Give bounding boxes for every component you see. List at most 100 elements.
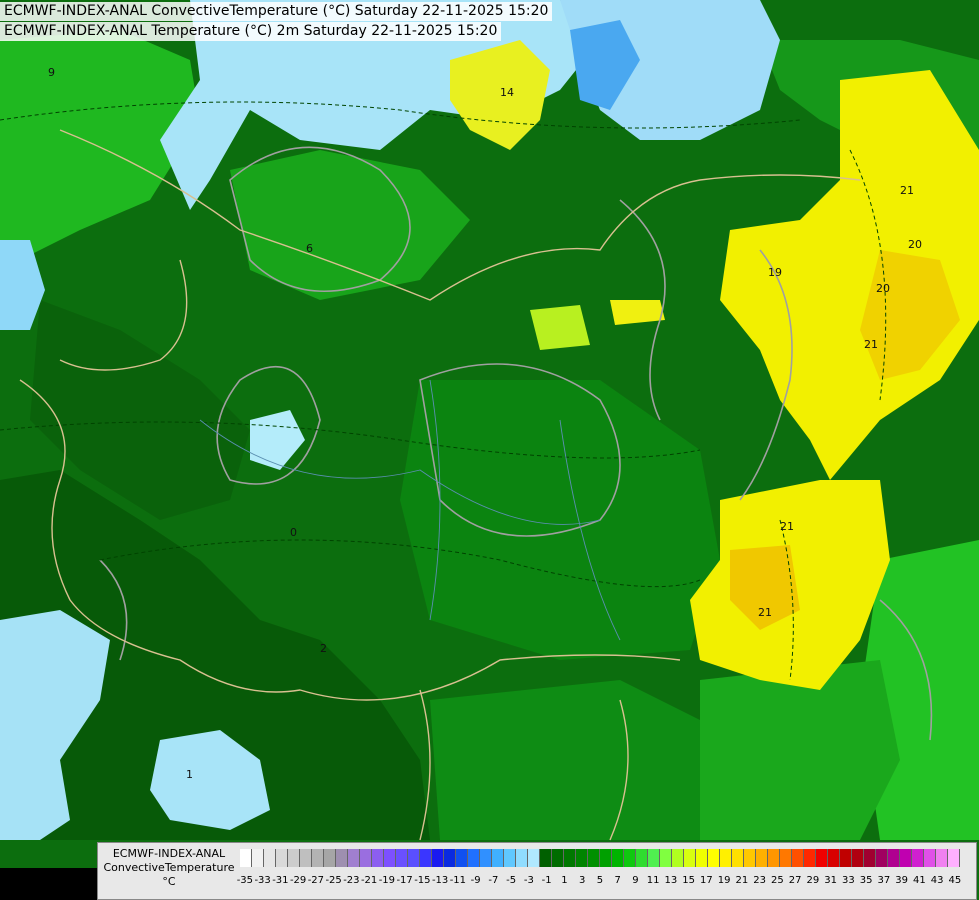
legend-swatch [936,849,948,867]
legend-tick: 31 [824,875,837,886]
legend-swatch [312,849,324,867]
legend-tick: 7 [614,875,621,886]
legend-title-line: ConvectiveTemperature [103,861,235,874]
legend-tick: -11 [449,875,467,886]
legend-tick: -19 [378,875,396,886]
legend-tick: -1 [541,875,552,886]
legend-tick: 23 [753,875,766,886]
legend-swatch [540,849,552,867]
legend-tick: 27 [788,875,802,886]
legend-tick: -5 [506,875,517,886]
legend-swatch [876,849,888,867]
legend-tick: 9 [632,875,639,886]
legend-swatch [576,849,588,867]
contour-label: 6 [306,242,313,255]
legend-color-bar [240,849,960,867]
legend-swatch [636,849,648,867]
legend-tick: -17 [396,875,413,886]
legend-swatch [732,849,744,867]
legend-swatch [600,849,612,867]
legend-tick: 45 [948,875,962,886]
contour-label: 20 [908,238,922,251]
legend-tick: -25 [325,875,342,886]
legend-swatch [348,849,360,867]
legend-title-unit: °C [162,875,176,888]
legend-swatch [396,849,408,867]
legend-swatch [768,849,780,867]
contour-label: 0 [290,526,297,539]
contour-label: 21 [864,338,878,351]
contour-label: 1 [186,768,193,781]
legend-swatch [888,849,900,867]
legend-tick: 13 [664,875,678,886]
legend-swatch [552,849,564,867]
legend-title-line: ECMWF-INDEX-ANAL [112,847,226,860]
legend-swatch [324,849,336,867]
legend-swatch [588,849,600,867]
no-data-corner [0,868,97,900]
legend-swatch [756,849,768,867]
title-convective-temperature: ECMWF-INDEX-ANAL ConvectiveTemperature (… [0,2,553,21]
legend-tick: 39 [895,875,908,886]
region-lime-small [530,305,590,350]
legend-tick-labels: -35 -33 -31 -29 -27 -25 -23 -21 -19 -17 -15 -13 -11-… [236,875,964,886]
legend-tick: 19 [717,875,731,886]
legend-swatch [240,849,252,867]
contour-label: 21 [758,606,772,619]
legend-swatch [828,849,840,867]
legend-tick: -9 [470,875,481,886]
region-green-se [700,660,900,840]
legend-tick: 35 [859,875,873,886]
legend-tick: -23 [343,875,360,886]
contour-label: 14 [500,86,514,99]
legend-swatch [420,849,432,867]
legend-swatch [528,849,540,867]
legend-swatch [564,849,576,867]
legend-swatch [480,849,492,867]
weather-map[interactable]: 14 21 20 20 21 21 21 19 6 0 2 1 9 [0,0,979,900]
legend-swatch [672,849,684,867]
legend-swatch [852,849,864,867]
legend-swatch [456,849,468,867]
contour-label: 21 [900,184,914,197]
legend-tick: 33 [842,875,855,886]
legend-swatch [360,849,372,867]
legend-swatch [288,849,300,867]
legend-swatch [792,849,804,867]
legend-tick: 37 [877,875,891,886]
legend-tick: -27 [307,875,325,886]
legend-tick: 3 [578,875,586,886]
legend-tick: 43 [930,875,944,886]
legend-swatch [912,849,924,867]
legend-swatch [648,849,660,867]
legend-swatch [660,849,672,867]
legend-tick: -35 [236,875,254,886]
legend-title: ECMWF-INDEX-ANAL ConvectiveTemperature °… [100,847,238,889]
title-temperature-2m: ECMWF-INDEX-ANAL Temperature (°C) 2m Sat… [0,22,502,41]
legend-swatch [432,849,444,867]
legend-tick: 11 [646,875,660,886]
legend-swatch [252,849,264,867]
legend-swatch [684,849,696,867]
legend-swatch [864,849,876,867]
color-legend: ECMWF-INDEX-ANAL ConvectiveTemperature °… [97,842,977,900]
legend-tick: 1 [561,875,568,886]
legend-tick: 25 [771,875,784,886]
legend-tick: -33 [254,875,271,886]
legend-tick: -7 [488,875,499,886]
legend-swatch [780,849,792,867]
legend-swatch [708,849,720,867]
legend-tick: -13 [431,875,449,886]
legend-swatch [264,849,276,867]
legend-swatch [372,849,384,867]
legend-swatch [492,849,504,867]
legend-swatch [720,849,732,867]
legend-swatch [924,849,936,867]
legend-tick: 41 [913,875,926,886]
legend-swatch [696,849,708,867]
map-viewer: 14 21 20 20 21 21 21 19 6 0 2 1 9 ECMWF-… [0,0,979,900]
legend-tick: -31 [272,875,289,886]
legend-tick: 29 [806,875,820,886]
contour-label: 9 [48,66,55,79]
contour-label: 21 [780,520,794,533]
